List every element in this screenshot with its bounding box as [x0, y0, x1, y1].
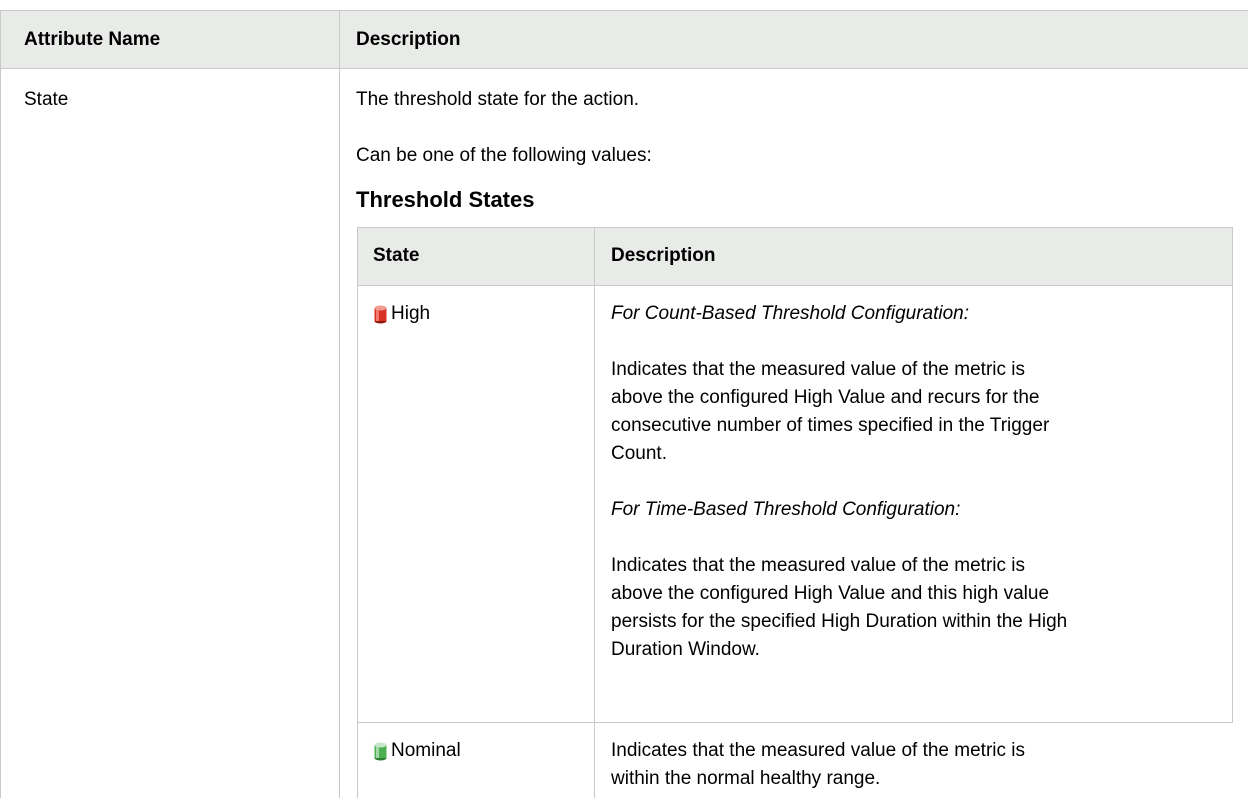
time-based-line: Indicates that the measured value of the… — [611, 555, 1025, 576]
time-based-line: persists for the specified High Duration… — [611, 611, 1068, 632]
threshold-states-caption: Threshold States — [356, 187, 535, 212]
attribute-table-header — [0, 10, 1248, 68]
attribute-description-line: Can be one of the following values: — [356, 145, 652, 166]
red-cylinder-icon — [374, 305, 387, 324]
attribute-description-line: The threshold state for the action. — [356, 89, 640, 110]
green-cylinder-icon — [374, 742, 387, 761]
nominal-description-line: Indicates that the measured value of the… — [611, 740, 1025, 761]
count-based-line: consecutive number of times specified in… — [611, 415, 1050, 436]
header-state: State — [373, 245, 420, 266]
count-based-line: Count. — [611, 443, 667, 464]
state-nominal-label: Nominal — [391, 740, 461, 761]
state-high-label: High — [391, 303, 431, 324]
time-based-line: Duration Window. — [611, 639, 760, 660]
count-based-line: above the configured High Value and recu… — [611, 387, 1040, 408]
threshold-table-header — [357, 227, 1233, 285]
count-based-line: Indicates that the measured value of the… — [611, 359, 1025, 380]
time-based-title: For Time-Based Threshold Configuration: — [611, 499, 961, 520]
header-description: Description — [356, 29, 461, 50]
attribute-name-cell: State — [24, 89, 69, 110]
count-based-title: For Count-Based Threshold Configuration: — [611, 303, 970, 324]
header-attribute-name: Attribute Name — [24, 29, 161, 50]
time-based-line: above the configured High Value and this… — [611, 583, 1050, 604]
nominal-description-line: within the normal healthy range. — [611, 768, 881, 789]
header-state-description: Description — [611, 245, 716, 266]
